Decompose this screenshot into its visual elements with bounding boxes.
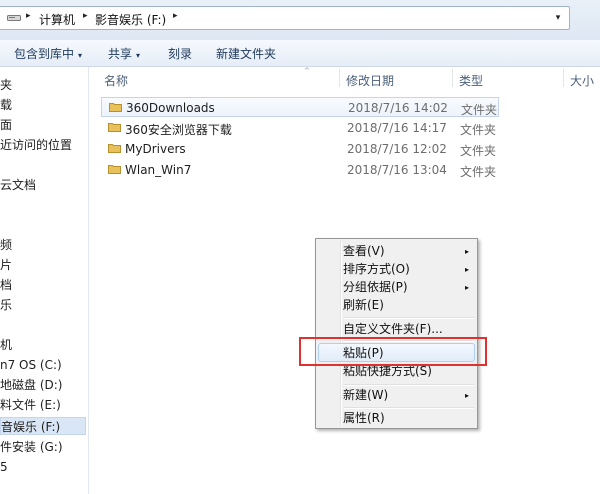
column-name[interactable]: 名称: [104, 72, 128, 89]
file-row[interactable]: 360安全浏览器下载 2018/7/16 14:17 文件夹: [101, 118, 499, 138]
burn-button[interactable]: 刻录: [168, 45, 192, 62]
menu-item-label: 属性(R): [343, 411, 385, 425]
folder-icon: [108, 123, 121, 132]
sort-indicator-icon: ^: [304, 67, 310, 75]
breadcrumb-computer[interactable]: 计算机: [39, 11, 75, 28]
nav-item-computer[interactable]: 机: [0, 336, 12, 354]
menu-separator: [344, 317, 474, 319]
menu-item-properties[interactable]: 属性(R): [318, 409, 475, 428]
nav-item-drive-d[interactable]: 地磁盘 (D:): [0, 376, 62, 394]
file-date: 2018/7/16 14:02: [348, 101, 448, 115]
file-type: 文件夹: [460, 123, 497, 137]
breadcrumb-separator[interactable]: ▸: [26, 11, 31, 21]
chevron-down-icon: ▾: [136, 51, 141, 60]
file-name: 360Downloads: [126, 101, 215, 115]
nav-item-recent-places[interactable]: 近访问的位置: [0, 136, 72, 154]
column-header-bar: ^ 名称 修改日期 类型 大小: [89, 67, 600, 89]
file-type: 文件夹: [460, 165, 497, 179]
file-date: 2018/7/16 13:04: [347, 163, 447, 177]
nav-item-downloads[interactable]: 载: [0, 96, 12, 114]
menu-item-label: 刷新(E): [343, 298, 384, 312]
nav-item-drive-g[interactable]: 件安装 (G:): [0, 438, 63, 456]
menu-item-sort[interactable]: 排序方式(O) ▸: [318, 260, 475, 279]
file-row[interactable]: MyDrivers 2018/7/16 12:02 文件夹: [101, 139, 499, 159]
menu-item-view[interactable]: 查看(V) ▸: [318, 242, 475, 261]
column-date-modified[interactable]: 修改日期: [346, 72, 394, 89]
submenu-arrow-icon: ▸: [464, 265, 469, 274]
file-name: MyDrivers: [125, 142, 186, 156]
column-divider[interactable]: [452, 69, 453, 87]
nav-item-documents[interactable]: 档: [0, 276, 12, 294]
address-bar[interactable]: ▸ 计算机 ▸ 影音娱乐 (F:) ▸ ▾: [0, 6, 570, 30]
folder-icon: [108, 144, 121, 153]
nav-item-drive-c[interactable]: n7 OS (C:): [0, 356, 62, 374]
menu-item-new[interactable]: 新建(W) ▸: [318, 386, 475, 405]
annotation-highlight-box: [299, 337, 487, 366]
menu-item-refresh[interactable]: 刷新(E): [318, 296, 475, 315]
share-button[interactable]: 共享 ▾: [108, 45, 140, 62]
nav-item-pictures[interactable]: 片: [0, 256, 12, 274]
column-divider[interactable]: [563, 69, 564, 87]
context-menu: 查看(V) ▸ 排序方式(O) ▸ 分组依据(P) ▸ 刷新(E) 自定义文件夹…: [315, 238, 478, 429]
nav-item-cloud-docs[interactable]: 云文档: [0, 176, 36, 194]
include-in-library-button[interactable]: 包含到库中 ▾: [14, 45, 82, 62]
computer-drive-icon: [7, 15, 21, 21]
file-type: 文件夹: [461, 103, 498, 117]
column-divider[interactable]: [339, 69, 340, 87]
nav-item-desktop[interactable]: 面: [0, 116, 12, 134]
menu-item-label: 查看(V): [343, 244, 385, 258]
file-date: 2018/7/16 14:17: [347, 121, 447, 135]
address-bar-area: ▸ 计算机 ▸ 影音娱乐 (F:) ▸ ▾: [0, 0, 600, 40]
submenu-arrow-icon: ▸: [464, 247, 469, 256]
breadcrumb-current-drive[interactable]: 影音娱乐 (F:): [95, 11, 166, 28]
submenu-arrow-icon: ▸: [464, 283, 469, 292]
nav-item-favorites[interactable]: 夹: [0, 76, 12, 94]
menu-item-label: 排序方式(O): [343, 262, 410, 276]
nav-item-music[interactable]: 乐: [0, 296, 12, 314]
file-type: 文件夹: [460, 144, 497, 158]
submenu-arrow-icon: ▸: [464, 391, 469, 400]
nav-item-videos[interactable]: 频: [0, 236, 12, 254]
breadcrumb-separator[interactable]: ▸: [173, 11, 178, 21]
menu-item-group-by[interactable]: 分组依据(P) ▸: [318, 278, 475, 297]
nav-item-drive-f[interactable]: 音娱乐 (F:): [0, 417, 86, 435]
address-history-dropdown[interactable]: ▾: [549, 9, 567, 27]
file-row[interactable]: Wlan_Win7 2018/7/16 13:04 文件夹: [101, 160, 499, 180]
nav-item-extra[interactable]: 5: [0, 458, 8, 476]
menu-item-label: 新建(W): [343, 388, 389, 402]
new-folder-button[interactable]: 新建文件夹: [216, 45, 276, 62]
nav-item-drive-e[interactable]: 料文件 (E:): [0, 396, 61, 414]
column-size[interactable]: 大小: [570, 72, 594, 89]
folder-icon: [109, 103, 122, 112]
include-in-library-label: 包含到库中: [14, 47, 75, 61]
navigation-pane: 夹 载 面 近访问的位置 云文档 频 片 档 乐 机 n7 OS (C:) 地磁…: [0, 67, 89, 494]
chevron-down-icon: ▾: [78, 51, 83, 60]
file-row[interactable]: 360Downloads 2018/7/16 14:02 文件夹: [101, 97, 499, 117]
menu-item-label: 分组依据(P): [343, 280, 408, 294]
folder-icon: [108, 165, 121, 174]
file-name: Wlan_Win7: [125, 163, 192, 177]
breadcrumb-separator[interactable]: ▸: [83, 11, 88, 21]
command-bar: 包含到库中 ▾ 共享 ▾ 刻录 新建文件夹: [0, 40, 600, 67]
column-type[interactable]: 类型: [459, 72, 483, 89]
file-name: 360安全浏览器下载: [125, 123, 232, 137]
file-date: 2018/7/16 12:02: [347, 142, 447, 156]
share-label: 共享: [108, 47, 133, 61]
